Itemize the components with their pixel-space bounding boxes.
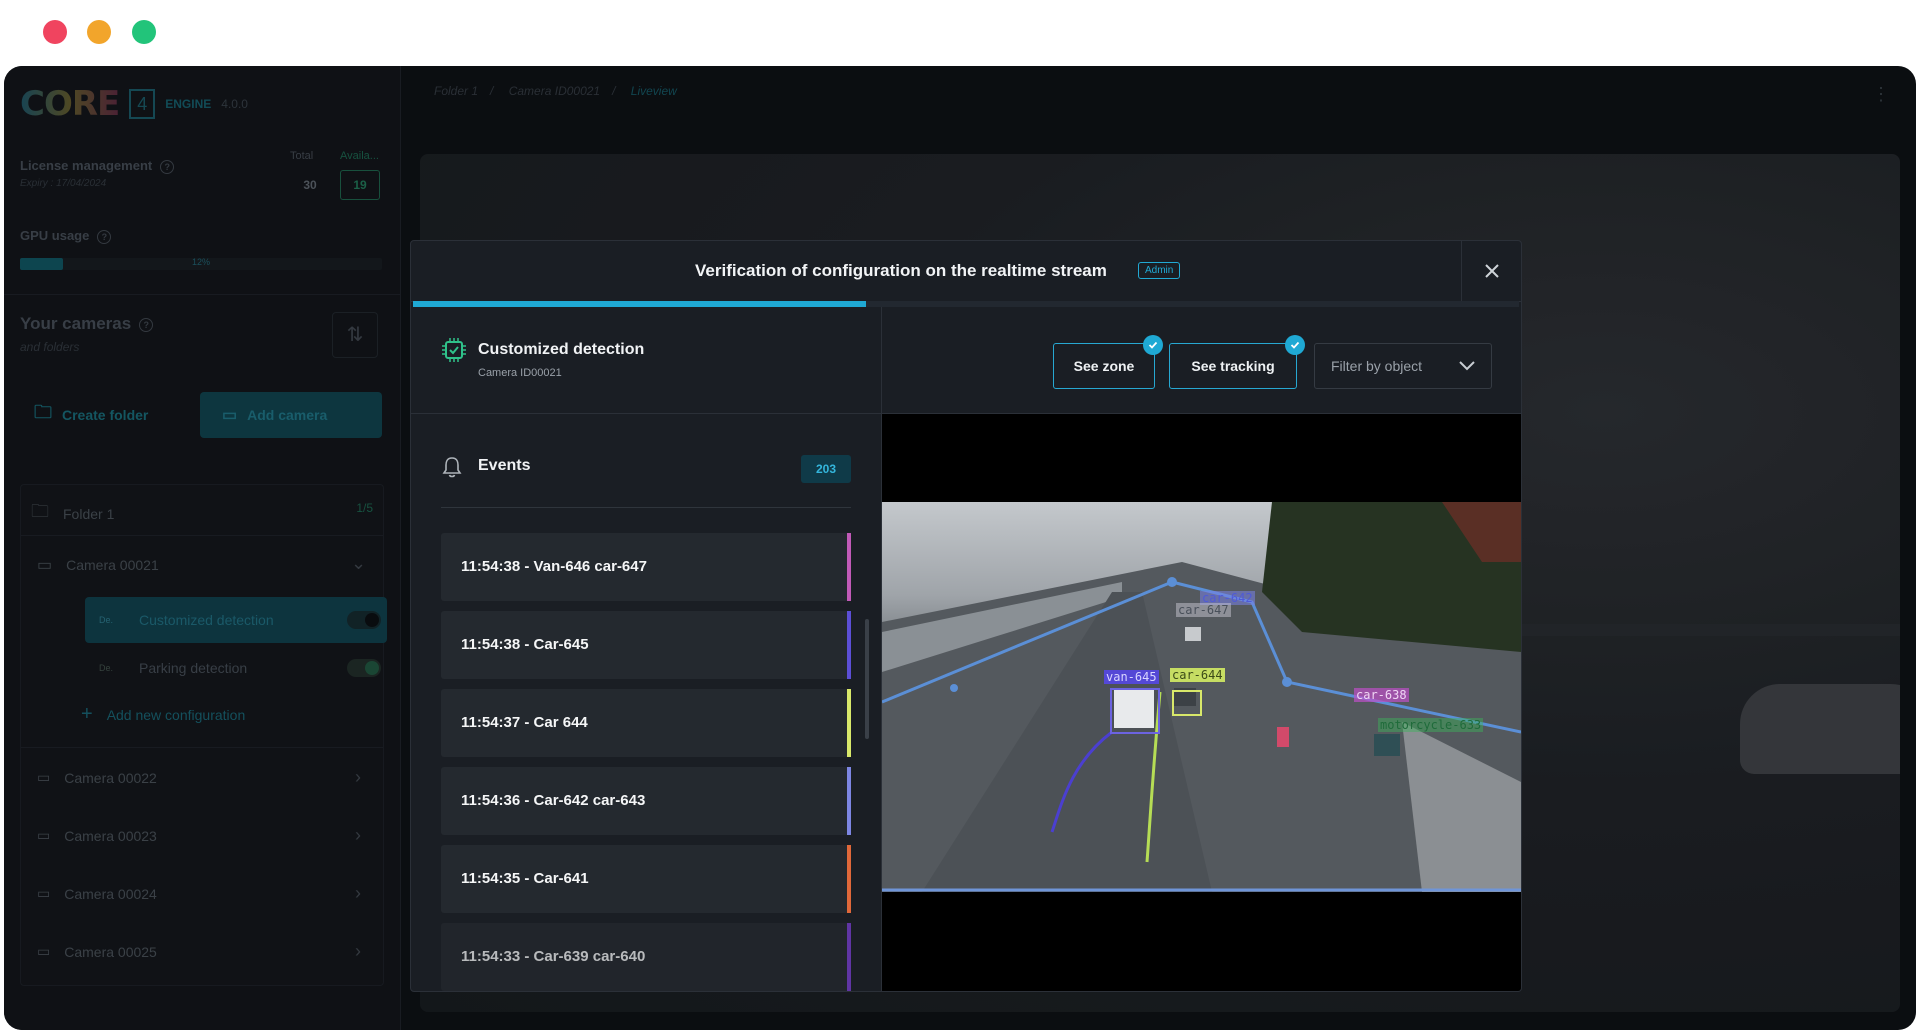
see-zone-toggle[interactable]: See zone: [1053, 335, 1163, 389]
events-pane: Customized detection Camera ID00021 Even…: [411, 307, 882, 991]
event-item[interactable]: 11:54:38 - Car-645: [441, 611, 851, 679]
event-item[interactable]: 11:54:38 - Van-646 car-647: [441, 533, 851, 601]
event-label: 11:54:38 - Van-646 car-647: [461, 558, 647, 575]
window-close-dot[interactable]: [43, 20, 67, 44]
event-label: 11:54:37 - Car 644: [461, 714, 588, 731]
events-list: 11:54:38 - Van-646 car-647 11:54:38 - Ca…: [441, 533, 851, 991]
events-title: Events: [478, 457, 531, 474]
see-zone-label: See zone: [1073, 358, 1135, 374]
events-count-badge: 203: [801, 455, 851, 483]
realtime-stream: van-645 car-644 car-642 car-647 car-638 …: [882, 414, 1521, 991]
detection-box-car-644: [1172, 690, 1202, 716]
see-tracking-toggle[interactable]: See tracking: [1169, 335, 1305, 389]
label-car-647: car-647: [1176, 603, 1231, 617]
see-tracking-label: See tracking: [1191, 358, 1275, 374]
label-car-644: car-644: [1170, 668, 1225, 682]
detection-box-van-645: [1110, 688, 1160, 734]
verification-modal: Verification of configuration on the rea…: [410, 240, 1522, 992]
check-icon: [1143, 335, 1163, 355]
event-color-bar: [847, 923, 851, 991]
event-item[interactable]: 11:54:35 - Car-641: [441, 845, 851, 913]
window-maximize-dot[interactable]: [132, 20, 156, 44]
bell-icon: [442, 457, 462, 478]
close-button[interactable]: [1461, 241, 1521, 301]
app-window: CORE 4 ENGINE 4.0.0 License management? …: [4, 66, 1916, 1030]
events-scrollbar[interactable]: [865, 619, 869, 739]
label-van-645: van-645: [1104, 670, 1159, 684]
event-item[interactable]: 11:54:33 - Car-639 car-640: [441, 923, 851, 991]
stream-toolbar: See zone See tracking Filter by object: [882, 307, 1521, 414]
event-color-bar: [847, 767, 851, 835]
chip-check-icon: [442, 338, 466, 362]
stream-pane: See zone See tracking Filter by object v…: [882, 307, 1521, 991]
divider: [441, 507, 851, 508]
admin-badge: Admin: [1138, 262, 1181, 279]
event-label: 11:54:38 - Car-645: [461, 636, 589, 653]
event-color-bar: [847, 611, 851, 679]
detection-title: Customized detection: [478, 341, 645, 358]
filter-label: Filter by object: [1331, 358, 1423, 374]
label-motorcycle-633: motorcycle-633: [1378, 718, 1484, 732]
event-label: 11:54:36 - Car-642 car-643: [461, 792, 646, 809]
filter-by-object-select[interactable]: Filter by object: [1314, 343, 1492, 389]
event-color-bar: [847, 845, 851, 913]
event-label: 11:54:33 - Car-639 car-640: [461, 948, 646, 965]
check-icon: [1285, 335, 1305, 355]
detection-camera: Camera ID00021: [478, 367, 562, 379]
close-icon: [1485, 264, 1499, 278]
chevron-down-icon: [1459, 361, 1475, 371]
stream-frame: van-645 car-644 car-642 car-647 car-638 …: [882, 502, 1521, 892]
event-color-bar: [847, 689, 851, 757]
event-label: 11:54:35 - Car-641: [461, 870, 589, 887]
event-color-bar: [847, 533, 851, 601]
event-item[interactable]: 11:54:36 - Car-642 car-643: [441, 767, 851, 835]
detection-header: Customized detection Camera ID00021: [411, 307, 881, 414]
modal-header: Verification of configuration on the rea…: [411, 241, 1521, 302]
event-item[interactable]: 11:54:37 - Car 644: [441, 689, 851, 757]
modal-title: Verification of configuration on the rea…: [695, 261, 1107, 280]
label-car-638: car-638: [1354, 688, 1409, 702]
window-minimize-dot[interactable]: [87, 20, 111, 44]
